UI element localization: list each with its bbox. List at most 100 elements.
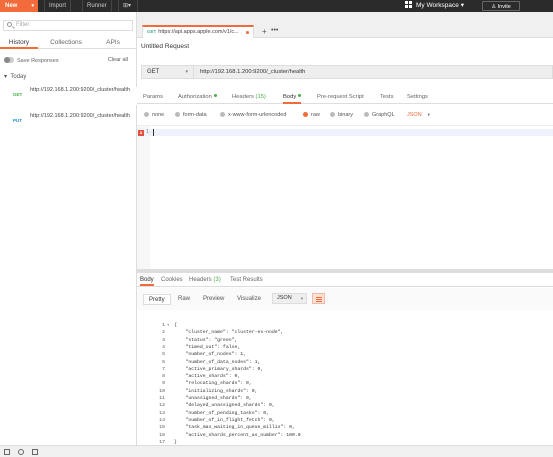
workspace-label: My Workspace: [416, 2, 459, 9]
history-group-today[interactable]: ▾ Today: [4, 73, 26, 80]
code-text: "status": "green",: [174, 337, 238, 343]
clear-all-button[interactable]: Clear all: [108, 57, 128, 63]
response-format-value: JSON: [277, 295, 292, 301]
radio-icon: [220, 112, 225, 117]
response-format-select[interactable]: JSON ▾: [272, 293, 307, 304]
tab-history[interactable]: History: [0, 36, 38, 49]
method-badge: GET: [147, 29, 157, 34]
tab-cookies[interactable]: Cookies: [161, 275, 183, 286]
radio-label: binary: [338, 112, 353, 118]
code-text: {: [174, 323, 177, 328]
chevron-down-icon: ▾: [460, 2, 464, 9]
radio-label: GraphQL: [372, 112, 395, 118]
raw-button[interactable]: Raw: [173, 294, 195, 305]
wrap-lines-icon[interactable]: [312, 293, 325, 304]
url-bar: GET ▾ http://192.168.1.200:9200/_cluster…: [141, 65, 553, 79]
radio-graphql[interactable]: GraphQL: [364, 111, 395, 119]
more-options-icon[interactable]: •••: [271, 27, 278, 34]
radio-form-data[interactable]: form-data: [175, 111, 207, 119]
history-item[interactable]: GET http://192.168.1.200:9200/_cluster/h…: [0, 87, 137, 105]
request-tab-bar: GET https://api.apps.apple.com/v1/c... + …: [137, 12, 553, 38]
radio-urlencoded[interactable]: x-www-form-urlencoded: [220, 111, 286, 119]
tab-response-headers-label: Headers: [189, 277, 212, 283]
tab-headers[interactable]: Headers (15): [232, 92, 266, 104]
code-line: 9 "relocating_shards": 0,: [137, 381, 553, 387]
request-tab[interactable]: GET https://api.apps.apple.com/v1/c...: [142, 25, 254, 38]
code-line: 11 "unassigned_shards": 0,: [137, 396, 553, 402]
tab-authorization[interactable]: Authorization: [178, 92, 217, 104]
tab-apis[interactable]: APIs: [98, 36, 128, 49]
tab-response-body[interactable]: Body: [140, 275, 154, 286]
body-editor[interactable]: x 1: [137, 125, 553, 279]
line-number: 3: [162, 337, 165, 343]
console-icon[interactable]: [32, 449, 38, 455]
filter-input[interactable]: Filter: [3, 20, 133, 31]
line-number: 8: [162, 374, 165, 380]
top-bar: New ▾ Import Runner ⊞▾ My Workspace ▾ ♙ …: [0, 0, 553, 12]
new-button-label: New: [5, 3, 18, 9]
method-badge: PUT: [13, 118, 22, 123]
code-text: "delayed_unassigned_shards": 0,: [174, 403, 275, 409]
tab-body[interactable]: Body: [283, 92, 302, 104]
tab-collections[interactable]: Collections: [44, 36, 88, 49]
import-button[interactable]: Import: [44, 0, 72, 12]
body-format-select[interactable]: JSON ▾: [407, 111, 430, 119]
code-text: "number_of_nodes": 1,: [174, 352, 246, 358]
history-item[interactable]: PUT http://192.168.1.200:9200/_cluster/h…: [0, 113, 137, 131]
new-tab-plus-icon[interactable]: +: [262, 27, 267, 36]
visualize-button[interactable]: Visualize: [232, 294, 266, 305]
pretty-button[interactable]: Pretty: [143, 294, 171, 305]
chevron-down-icon: ▾: [427, 112, 430, 117]
tab-headers-label: Headers: [232, 94, 254, 100]
code-line: 15 "task_max_waiting_in_queue_millis": 0…: [137, 425, 553, 431]
fold-toggle-icon[interactable]: ▾: [167, 323, 169, 329]
preview-button[interactable]: Preview: [198, 294, 229, 305]
chevron-down-icon[interactable]: ▾: [31, 0, 34, 12]
invite-button[interactable]: ♙ Invite: [482, 1, 520, 11]
runner-button[interactable]: Runner: [82, 0, 112, 12]
tab-settings[interactable]: Settings: [407, 92, 428, 104]
code-line: 12 "delayed_unassigned_shards": 0,: [137, 403, 553, 409]
radio-raw[interactable]: raw: [303, 111, 320, 119]
line-number: 9: [162, 381, 165, 387]
search-icon: [7, 22, 12, 27]
active-dot-icon: [213, 94, 217, 97]
tab-prerequest-script[interactable]: Pre-request Script: [317, 92, 364, 104]
code-line: 13 "number_of_pending_tasks": 0,: [137, 411, 553, 417]
invite-label: Invite: [497, 4, 511, 10]
chevron-down-icon: ▾: [300, 296, 303, 301]
url-input[interactable]: http://192.168.1.200:9200/_cluster/healt…: [200, 66, 305, 78]
toggle-switch[interactable]: [4, 57, 14, 63]
workspace-switcher[interactable]: My Workspace ▾: [405, 0, 464, 12]
save-responses-label: Save Responses: [17, 58, 59, 64]
new-button[interactable]: New ▾: [0, 0, 38, 12]
method-value: GET: [147, 69, 160, 75]
code-line: 2 "cluster_name": "cluster-es-node",: [137, 330, 553, 336]
radio-binary[interactable]: binary: [330, 111, 353, 119]
radio-none[interactable]: none: [144, 111, 164, 119]
tab-test-results[interactable]: Test Results: [230, 275, 263, 286]
code-line: 8 "active_shards": 0,: [137, 374, 553, 380]
code-line: 5 "number_of_nodes": 1,: [137, 352, 553, 358]
save-responses-toggle[interactable]: Save Responses: [4, 57, 59, 64]
code-line: 1 ▾ {: [137, 323, 553, 329]
line-number: 7: [162, 366, 165, 372]
line-number: 11: [159, 396, 165, 401]
radio-icon: [175, 112, 180, 117]
find-icon[interactable]: [18, 449, 24, 455]
tab-params[interactable]: Params: [143, 92, 163, 104]
line-number: 1: [146, 129, 150, 135]
radio-icon: [330, 112, 335, 117]
sidebar-toggle-icon[interactable]: [4, 449, 10, 455]
response-tabs: Body Cookies Headers (3) Test Results: [137, 273, 553, 287]
method-select[interactable]: GET ▾: [142, 66, 194, 78]
error-icon: x: [138, 130, 144, 136]
code-line: 14 "number_of_in_flight_fetch": 0,: [137, 418, 553, 424]
new-window-button[interactable]: ⊞▾: [118, 0, 138, 12]
tab-tests[interactable]: Tests: [380, 92, 394, 104]
code-line: 16 "active_shards_percent_as_number": 10…: [137, 433, 553, 439]
active-dot-icon: [298, 94, 302, 97]
request-title: Untitled Request: [141, 43, 190, 50]
tab-response-headers[interactable]: Headers (3): [189, 275, 221, 286]
user-plus-icon: ♙: [491, 4, 497, 10]
